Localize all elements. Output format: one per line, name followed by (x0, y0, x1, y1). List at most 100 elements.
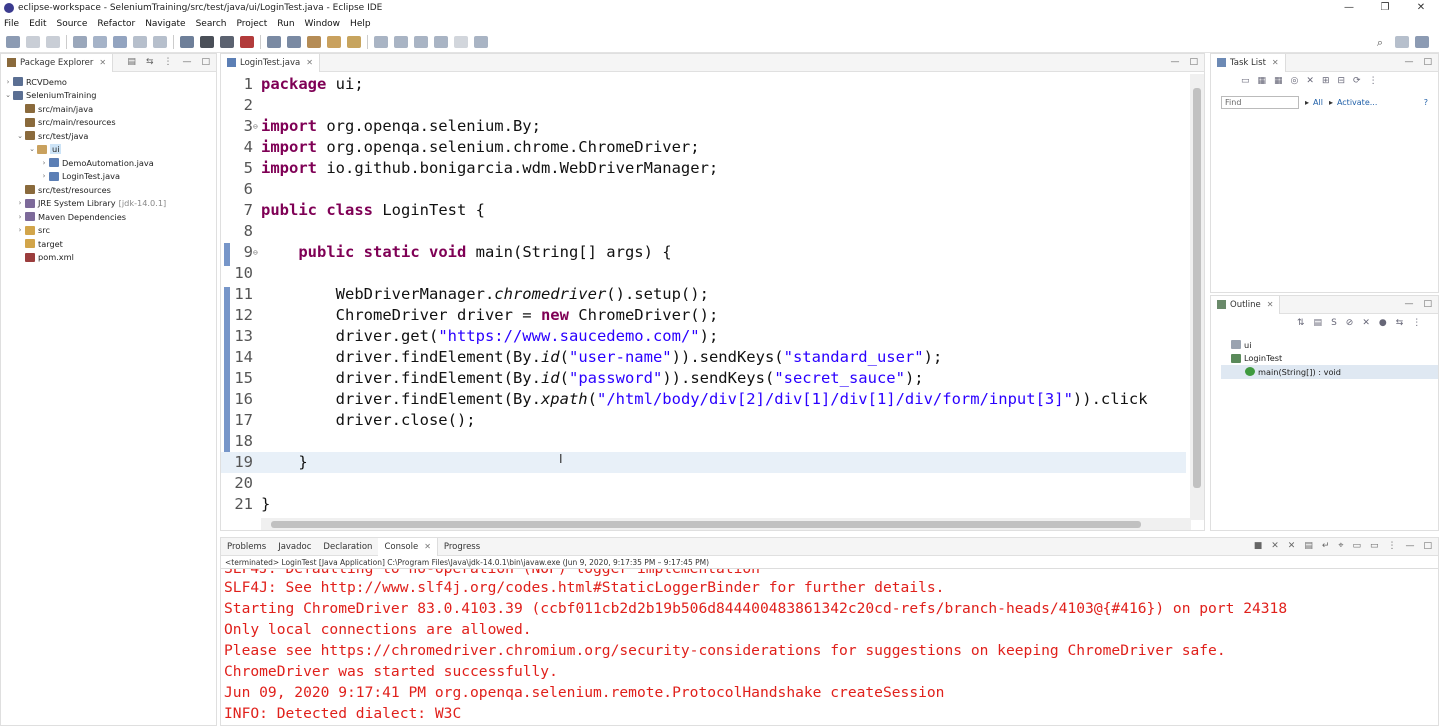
block-selection-icon[interactable] (133, 35, 147, 48)
activate-link[interactable]: Activate... (1337, 98, 1377, 107)
find-input[interactable]: Find (1221, 96, 1299, 109)
code-line[interactable]: 19 } (221, 452, 1186, 473)
close-icon[interactable]: ✕ (1272, 58, 1279, 67)
code-line[interactable]: 5 import io.github.bonigarcia.wdm.WebDriv… (221, 158, 1186, 179)
tree-item[interactable]: › Maven Dependencies (3, 210, 216, 224)
tab-progress[interactable]: Progress (438, 538, 486, 556)
code-line[interactable]: 15 driver.findElement(By.id("password"))… (221, 368, 1186, 389)
close-icon[interactable]: ✕ (306, 58, 313, 67)
code-line[interactable]: 18 (221, 431, 1186, 452)
prev-annotation-icon[interactable] (394, 35, 408, 48)
menu-window[interactable]: Window (305, 19, 341, 29)
tree-item[interactable]: › src (3, 224, 216, 238)
tree-item[interactable]: ⌄ src/test/java (3, 129, 216, 143)
close-icon[interactable]: ✕ (1267, 300, 1274, 309)
open-console-icon[interactable]: ▭ (1370, 541, 1379, 551)
new-java-project-icon[interactable] (267, 35, 281, 48)
collapse-icon[interactable]: ⊟ (1338, 76, 1346, 86)
last-edit-icon[interactable] (414, 35, 428, 48)
expand-toggle-icon[interactable]: › (39, 172, 49, 180)
focus-icon[interactable]: ◎ (1291, 76, 1299, 86)
expand-toggle-icon[interactable]: › (39, 159, 49, 167)
focus-icon[interactable]: ● (1379, 318, 1387, 328)
open-perspective-icon[interactable] (1395, 36, 1409, 48)
code-line[interactable]: 16 driver.findElement(By.xpath("/html/bo… (221, 389, 1186, 410)
tree-item[interactable]: › DemoAutomation.java (3, 156, 216, 170)
search-toolbar-icon[interactable] (347, 35, 361, 48)
menu-refactor[interactable]: Refactor (97, 19, 135, 29)
tree-item[interactable]: src/main/java (3, 102, 216, 116)
hide-completed-icon[interactable]: ✕ (1306, 76, 1314, 86)
terminate-icon[interactable]: ■ (1254, 541, 1263, 551)
pin-console-icon[interactable]: ⌖ (1338, 541, 1343, 551)
expand-toggle-icon[interactable]: ⌄ (3, 91, 13, 99)
tab-problems[interactable]: Problems (221, 538, 272, 556)
hide-static-icon[interactable]: S (1331, 318, 1337, 328)
horizontal-scrollbar[interactable] (261, 518, 1191, 530)
sort-icon[interactable]: ⇅ (1297, 318, 1305, 328)
expand-toggle-icon[interactable]: ⌄ (15, 132, 25, 140)
collapse-all-icon[interactable]: ▤ (127, 57, 136, 67)
tab-declaration[interactable]: Declaration (317, 538, 378, 556)
show-whitespace-icon[interactable] (153, 35, 167, 48)
minimize-view-icon[interactable]: — (1404, 57, 1413, 67)
menu-help[interactable]: Help (350, 19, 371, 29)
new-package-icon[interactable] (287, 35, 301, 48)
maximize-view-icon[interactable]: □ (201, 57, 210, 67)
expand-toggle-icon[interactable]: › (15, 199, 25, 207)
code-line[interactable]: 14 driver.findElement(By.id("user-name")… (221, 347, 1186, 368)
menu-project[interactable]: Project (236, 19, 267, 29)
tab-task-list[interactable]: Task List ✕ (1211, 53, 1286, 72)
menu-source[interactable]: Source (57, 19, 88, 29)
hide-local-types-icon[interactable]: ✕ (1362, 318, 1370, 328)
tree-item[interactable]: src/test/resources (3, 183, 216, 197)
code-line[interactable]: 12 ChromeDriver driver = new ChromeDrive… (221, 305, 1186, 326)
external-tools-icon[interactable] (240, 35, 254, 48)
outline-item[interactable]: main(String[]) : void (1221, 365, 1438, 379)
outline-item[interactable]: ui (1221, 338, 1438, 352)
view-menu-icon[interactable]: ⋮ (1369, 76, 1378, 86)
open-task-icon[interactable] (327, 35, 341, 48)
close-icon[interactable]: ✕ (99, 58, 106, 67)
tree-item[interactable]: ⌄ ui (3, 143, 216, 157)
help-icon[interactable]: ? (1424, 98, 1428, 107)
save-all-icon[interactable] (46, 35, 60, 48)
expand-toggle-icon[interactable]: › (15, 213, 25, 221)
scroll-lock-icon[interactable]: ▤ (1304, 541, 1313, 551)
menu-navigate[interactable]: Navigate (145, 19, 185, 29)
code-line[interactable]: 13 driver.get("https://www.saucedemo.com… (221, 326, 1186, 347)
fold-icon[interactable]: ⊖ (253, 242, 261, 263)
forward-icon[interactable] (454, 35, 468, 48)
expand-toggle-icon[interactable]: › (15, 226, 25, 234)
display-console-icon[interactable]: ▭ (1352, 541, 1361, 551)
tree-item[interactable]: src/main/resources (3, 116, 216, 130)
console-output[interactable]: SLF4J: Defaulting to no-operation (NOP) … (221, 569, 1438, 724)
code-line[interactable]: 3 ⊖ import org.openqa.selenium.By; (221, 116, 1186, 137)
debug-icon[interactable] (180, 35, 194, 48)
new-icon[interactable] (6, 35, 20, 48)
fold-icon[interactable]: ⊖ (253, 116, 261, 137)
code-line[interactable]: 10 (221, 263, 1186, 284)
close-button[interactable]: ✕ (1403, 0, 1439, 16)
minimize-view-icon[interactable]: — (1404, 299, 1413, 309)
code-line[interactable]: 6 (221, 179, 1186, 200)
new-task-icon[interactable]: ▭ (1241, 76, 1250, 86)
minimize-view-icon[interactable]: — (182, 57, 191, 67)
search-icon[interactable]: ⌕ (1377, 36, 1383, 50)
code-area[interactable]: 1 package ui; 2 3 ⊖ import org.openqa.seleniu… (221, 74, 1186, 520)
code-line[interactable]: 1 package ui; (221, 74, 1186, 95)
skip-breakpoints-icon[interactable] (73, 35, 87, 48)
tab-login-test-java[interactable]: LoginTest.java ✕ (221, 53, 320, 72)
maximize-view-icon[interactable]: □ (1423, 299, 1432, 309)
tab-console[interactable]: Console ✕ (378, 537, 438, 556)
coverage-icon[interactable] (220, 35, 234, 48)
expand-icon[interactable]: ⊞ (1322, 76, 1330, 86)
view-menu-icon[interactable]: ⋮ (163, 57, 172, 67)
expand-toggle-icon[interactable]: ⌄ (27, 145, 37, 153)
maximize-button[interactable]: ❐ (1367, 0, 1403, 16)
vertical-scrollbar[interactable] (1190, 74, 1204, 520)
tab-package-explorer[interactable]: Package Explorer ✕ (1, 53, 114, 72)
java-perspective-icon[interactable] (1415, 36, 1429, 48)
expand-toggle-icon[interactable]: › (3, 78, 13, 86)
tab-outline[interactable]: Outline ✕ (1211, 295, 1281, 314)
